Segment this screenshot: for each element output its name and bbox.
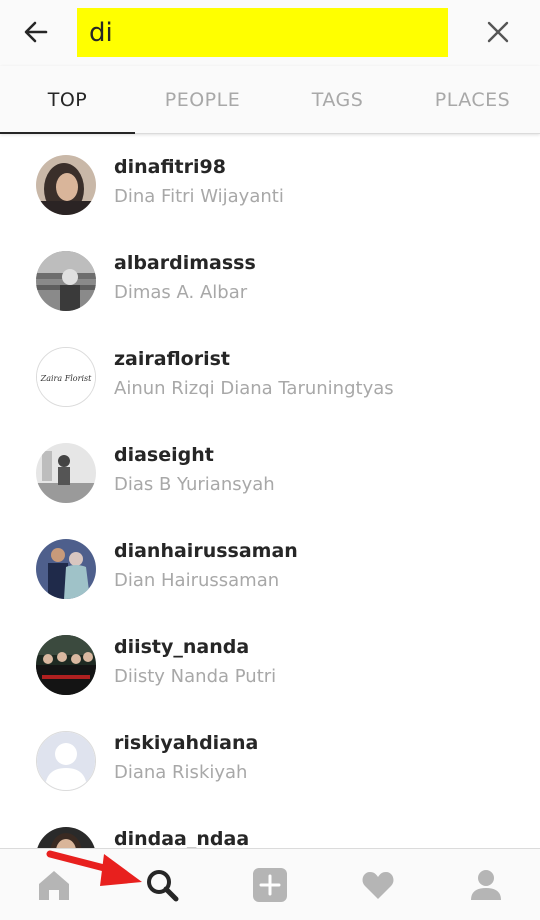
search-icon (147, 870, 179, 902)
tab-top[interactable]: TOP (0, 66, 135, 134)
result-row[interactable]: albardimasss Dimas A. Albar (0, 231, 540, 327)
result-row[interactable]: riskiyahdiana Diana Riskiyah (0, 711, 540, 807)
search-query-text: di (89, 17, 113, 48)
back-button[interactable] (18, 14, 54, 50)
result-full-name: Diisty Nanda Putri (114, 666, 277, 687)
avatar-logo-text: Zaira Florist (40, 374, 92, 383)
tab-places[interactable]: PLACES (405, 66, 540, 133)
result-row[interactable]: diaseight Dias B Yuriansyah (0, 423, 540, 519)
annotation-arrow-icon (46, 850, 142, 886)
profile-icon (471, 870, 501, 900)
avatar (36, 731, 96, 791)
result-username: dianhairussaman (114, 540, 298, 562)
result-row[interactable]: dindaa_ndaa (0, 807, 540, 848)
result-full-name: Dian Hairussaman (114, 570, 280, 591)
search-results-list: dinafitri98 Dina Fitri Wijayanti albardi… (0, 135, 540, 848)
close-icon (487, 21, 509, 43)
result-row[interactable]: Zaira Florist zairaflorist Ainun Rizqi D… (0, 327, 540, 423)
nav-profile[interactable] (464, 863, 508, 907)
back-arrow-icon (24, 21, 48, 43)
add-icon (253, 868, 287, 902)
result-row[interactable]: dinafitri98 Dina Fitri Wijayanti (0, 135, 540, 231)
search-tabs: TOP PEOPLE TAGS PLACES (0, 66, 540, 134)
avatar (36, 635, 96, 695)
result-full-name: Diana Riskiyah (114, 762, 248, 783)
result-full-name: Dina Fitri Wijayanti (114, 186, 284, 207)
avatar (36, 251, 96, 311)
avatar (36, 539, 96, 599)
search-bar: di (0, 0, 540, 66)
result-username: albardimasss (114, 252, 256, 274)
tab-people[interactable]: PEOPLE (135, 66, 270, 133)
result-row[interactable]: diisty_nanda Diisty Nanda Putri (0, 615, 540, 711)
avatar (36, 827, 96, 848)
avatar: Zaira Florist (36, 347, 96, 407)
result-username: diisty_nanda (114, 636, 250, 658)
result-row[interactable]: dianhairussaman Dian Hairussaman (0, 519, 540, 615)
avatar (36, 443, 96, 503)
result-full-name: Dias B Yuriansyah (114, 474, 275, 495)
nav-add[interactable] (248, 863, 292, 907)
result-full-name: Ainun Rizqi Diana Taruningtyas (114, 378, 394, 399)
result-username: riskiyahdiana (114, 732, 259, 754)
result-username: dindaa_ndaa (114, 828, 250, 848)
tab-tags[interactable]: TAGS (270, 66, 405, 133)
avatar (36, 155, 96, 215)
result-full-name: Dimas A. Albar (114, 282, 248, 303)
heart-icon (362, 872, 394, 899)
clear-search-button[interactable] (480, 14, 516, 50)
result-username: zairaflorist (114, 348, 230, 370)
result-username: diaseight (114, 444, 214, 466)
nav-search[interactable] (140, 863, 184, 907)
result-username: dinafitri98 (114, 156, 226, 178)
search-input[interactable]: di (77, 8, 448, 57)
nav-activity[interactable] (356, 863, 400, 907)
